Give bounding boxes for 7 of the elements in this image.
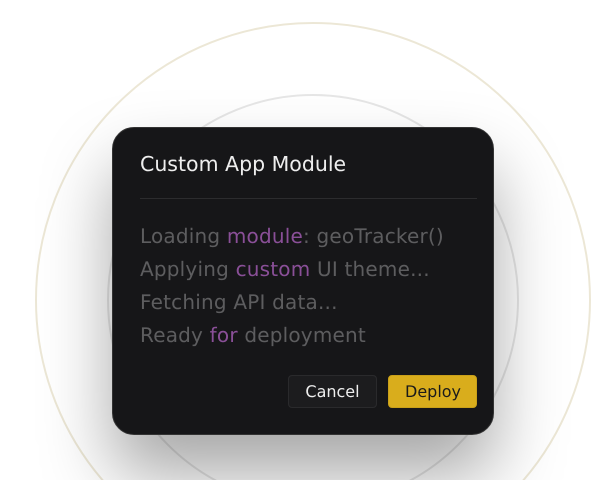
status-line: Loading module: geoTracker() (140, 224, 445, 248)
cancel-button[interactable]: Cancel (288, 375, 377, 408)
status-line: Ready for deployment (140, 323, 367, 347)
status-line: Fetching API data... (140, 290, 339, 314)
status-line: Applying custom UI theme... (140, 257, 431, 281)
dialog-title: Custom App Module (140, 152, 348, 176)
deploy-button[interactable]: Deploy (388, 375, 477, 408)
